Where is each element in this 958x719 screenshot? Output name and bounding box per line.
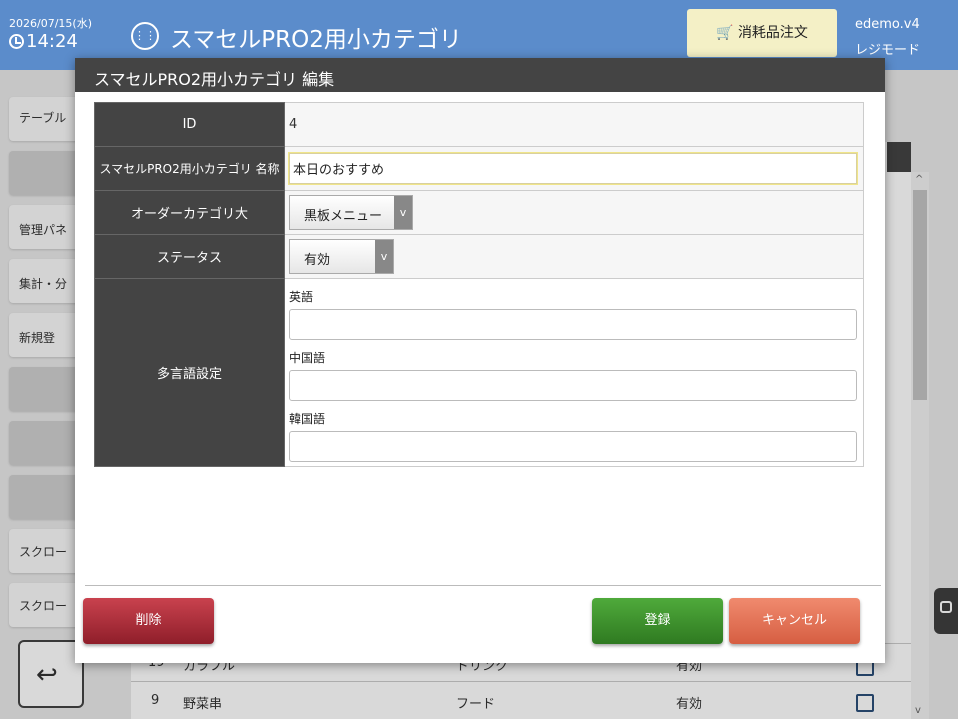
english-input[interactable] [289, 309, 857, 340]
edit-dialog: スマセルPRO2用小カテゴリ 編集 ID 4 スマセルPRO2用小カテゴリ 名称… [75, 58, 885, 663]
delete-button[interactable]: 削除 [83, 598, 214, 644]
date-display: 2026/07/15(水) [9, 17, 92, 30]
dialog-divider [85, 585, 881, 586]
korean-label: 韓国語 [289, 412, 326, 426]
mode-label[interactable]: レジモード [855, 39, 920, 58]
category-name-input[interactable] [288, 152, 858, 185]
page-title: スマセルPRO2用小カテゴリ [170, 27, 462, 53]
name-label: スマセルPRO2用小カテゴリ 名称 [94, 146, 285, 191]
time-display: 14:24 [26, 31, 78, 52]
order-supplies-label: 消耗品注文 [737, 25, 808, 41]
order-category-label: オーダーカテゴリ大 [94, 190, 285, 235]
chinese-label: 中国語 [289, 351, 326, 365]
korean-input[interactable] [289, 431, 857, 462]
clock-icon [9, 34, 24, 49]
chevron-down-icon: v [394, 196, 412, 229]
app-menu-icon[interactable]: ⋮⋮ [131, 22, 159, 50]
chevron-down-icon: v [375, 240, 393, 273]
status-value: 有効 [304, 253, 331, 268]
user-name: edemo.v4 [855, 17, 920, 32]
order-category-value: 黒板メニュー [304, 209, 383, 224]
edit-form: ID 4 スマセルPRO2用小カテゴリ 名称 オーダーカテゴリ大 黒板メニュー … [94, 102, 864, 467]
order-category-select[interactable]: 黒板メニュー v [289, 195, 413, 230]
status-label: ステータス [94, 234, 285, 279]
id-value: 4 [284, 102, 864, 147]
register-button[interactable]: 登録 [592, 598, 723, 644]
status-select[interactable]: 有効 v [289, 239, 394, 274]
order-supplies-button[interactable]: 🛒 消耗品注文 [687, 9, 837, 57]
english-label: 英語 [289, 290, 314, 304]
cart-icon: 🛒 [716, 25, 734, 41]
multilang-label: 多言語設定 [94, 278, 285, 467]
id-label: ID [94, 102, 285, 147]
dialog-title: スマセルPRO2用小カテゴリ 編集 [75, 58, 885, 92]
cancel-button[interactable]: キャンセル [729, 598, 860, 644]
chinese-input[interactable] [289, 370, 857, 401]
